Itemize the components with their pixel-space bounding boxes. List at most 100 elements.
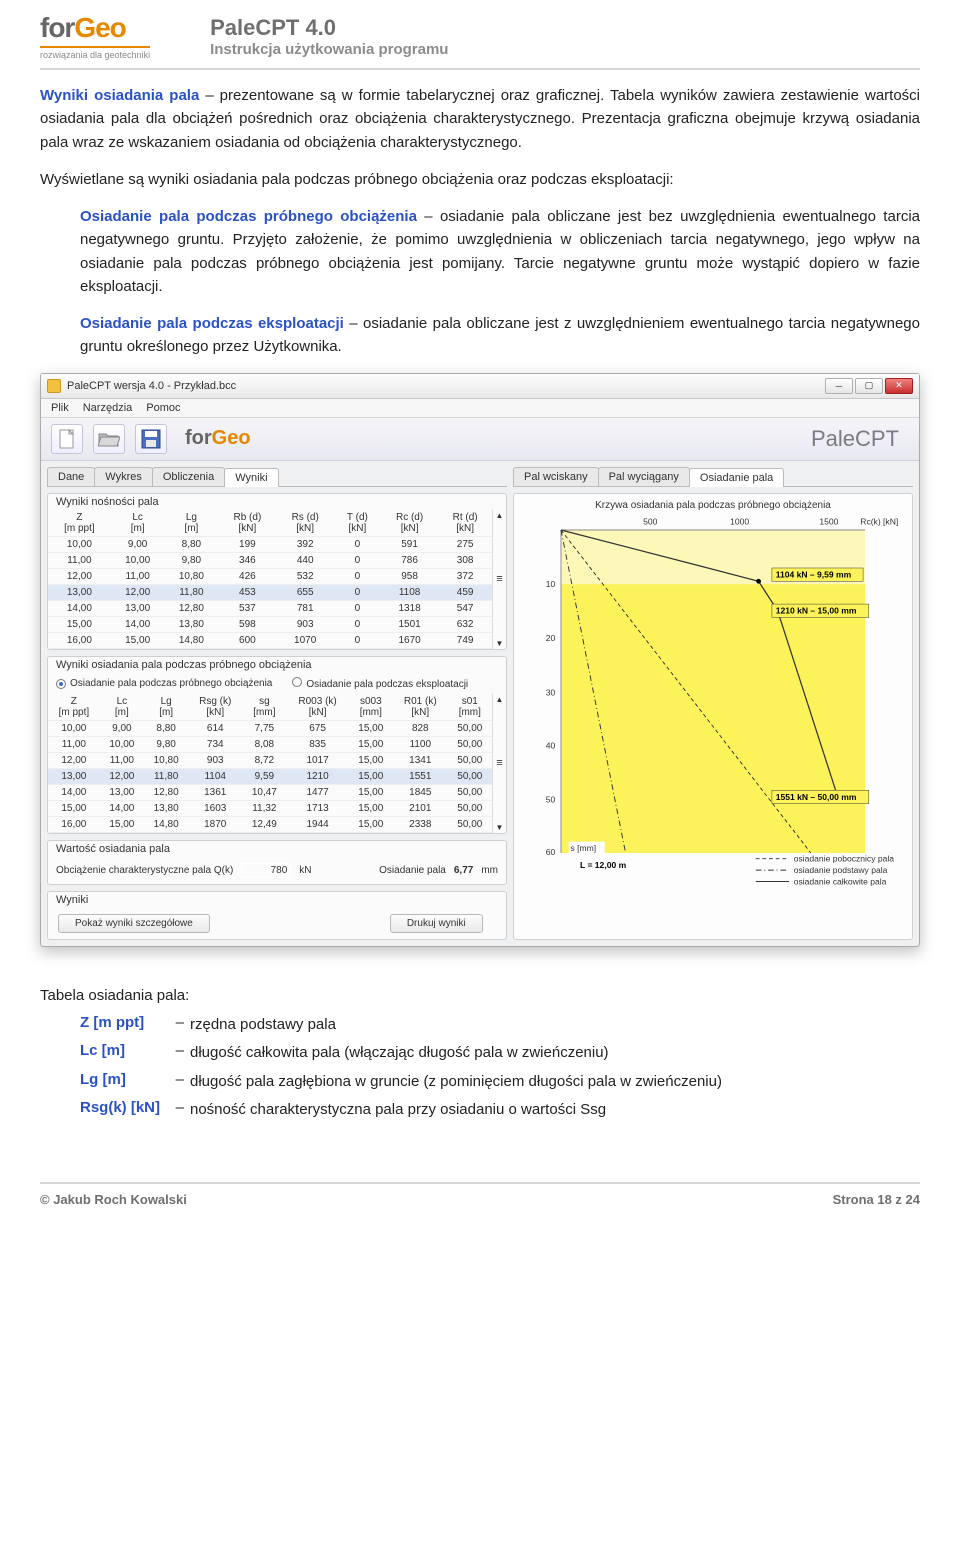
logo-sub: rozwiązania dla geotechniki xyxy=(40,46,150,60)
table-cell: 8,72 xyxy=(242,752,286,768)
col-header: sg[mm] xyxy=(242,694,286,721)
def-dash: – xyxy=(170,1014,190,1031)
minimize-button[interactable]: ─ xyxy=(825,378,853,394)
qk-unit: kN xyxy=(299,865,311,876)
table-cell: 11,80 xyxy=(144,768,188,784)
group-nosnosc: Wyniki nośności pala Z[m ppt]Lc[m]Lg[m]R… xyxy=(47,493,507,650)
table-cell: 9,80 xyxy=(144,736,188,752)
table-cell: 50,00 xyxy=(448,768,492,784)
x-tick-500: 500 xyxy=(643,516,658,526)
table-cell: 1870 xyxy=(188,816,242,832)
table-cell: 532 xyxy=(277,568,334,584)
table-cell: 15,00 xyxy=(349,752,393,768)
table-cell: 537 xyxy=(218,600,276,616)
table-row[interactable]: 15,0014,0013,80160311,32171315,00210150,… xyxy=(48,800,492,816)
table-cell: 15,00 xyxy=(349,768,393,784)
table-cell: 1341 xyxy=(393,752,448,768)
tab-wyniki[interactable]: Wyniki xyxy=(224,468,278,487)
table-row[interactable]: 13,0012,0011,8045365501108459 xyxy=(48,584,492,600)
table-cell: 828 xyxy=(393,720,448,736)
table-row[interactable]: 12,0011,0010,804265320958372 xyxy=(48,568,492,584)
details-button[interactable]: Pokaż wyniki szczegółowe xyxy=(58,914,210,933)
para1-lead: Wyniki osiadania pala xyxy=(40,87,199,104)
table-cell: 2338 xyxy=(393,816,448,832)
def-desc: rzędna podstawy pala xyxy=(190,1014,920,1037)
table-cell: 10,80 xyxy=(144,752,188,768)
tab-wyciagany[interactable]: Pal wyciągany xyxy=(598,467,690,486)
def-dash: – xyxy=(170,1042,190,1059)
table-row[interactable]: 16,0015,0014,80600107001670749 xyxy=(48,632,492,648)
table-cell: 675 xyxy=(287,720,349,736)
table-cell: 13,00 xyxy=(111,600,165,616)
table1-scrollbar[interactable]: ▲≡▼ xyxy=(492,510,506,649)
table-cell: 1017 xyxy=(287,752,349,768)
table-row[interactable]: 14,0013,0012,8053778101318547 xyxy=(48,600,492,616)
footer-left: © Jakub Roch Kowalski xyxy=(40,1192,187,1207)
col-header: Rsg (k)[kN] xyxy=(188,694,242,721)
tab-wykres[interactable]: Wykres xyxy=(94,467,153,486)
table-cell: 749 xyxy=(438,632,492,648)
table-cell: 10,00 xyxy=(48,720,100,736)
table-row[interactable]: 11,0010,009,803464400786308 xyxy=(48,552,492,568)
table-cell: 1318 xyxy=(381,600,438,616)
table-row[interactable]: 15,0014,0013,8059890301501632 xyxy=(48,616,492,632)
floppy-icon xyxy=(141,429,161,449)
table-cell: 11,00 xyxy=(100,752,144,768)
logo-for: for xyxy=(40,12,74,43)
table-row[interactable]: 13,0012,0011,8011049,59121015,00155150,0… xyxy=(48,768,492,784)
group-nosnosc-title: Wyniki nośności pala xyxy=(48,494,506,510)
col-header: Lc[m] xyxy=(100,694,144,721)
tab-wciskany[interactable]: Pal wciskany xyxy=(513,467,599,486)
radio-eksploatacja[interactable]: Osiadanie pala podczas eksploatacji xyxy=(292,677,468,690)
table2-scrollbar[interactable]: ▲≡▼ xyxy=(492,694,506,833)
table-row[interactable]: 16,0015,0014,80187012,49194415,00233850,… xyxy=(48,816,492,832)
table-cell: 14,00 xyxy=(48,600,111,616)
table-cell: 15,00 xyxy=(111,632,165,648)
table-cell: 598 xyxy=(218,616,276,632)
open-button[interactable] xyxy=(93,424,125,454)
y-tick-20: 20 xyxy=(546,633,556,643)
logo-geo: Geo xyxy=(74,12,125,43)
doc-header: forGeo rozwiązania dla geotechniki PaleC… xyxy=(40,0,920,70)
save-button[interactable] xyxy=(135,424,167,454)
table-cell: 1501 xyxy=(381,616,438,632)
table-row[interactable]: 14,0013,0012,80136110,47147715,00184550,… xyxy=(48,784,492,800)
tabs-right: Pal wciskany Pal wyciągany Osiadanie pal… xyxy=(513,467,913,487)
table-cell: 1070 xyxy=(277,632,334,648)
app-icon xyxy=(47,379,61,393)
table-cell: 600 xyxy=(218,632,276,648)
print-button[interactable]: Drukuj wyniki xyxy=(390,914,483,933)
l-label: L = 12,00 m xyxy=(580,860,627,870)
x-tick-1000: 1000 xyxy=(730,516,749,526)
table-cell: 14,80 xyxy=(165,632,219,648)
table-cell: 199 xyxy=(218,536,276,552)
group-wyniki: Wyniki Pokaż wyniki szczegółowe Drukuj w… xyxy=(47,891,507,940)
table-row[interactable]: 10,009,008,806147,7567515,0082850,00 xyxy=(48,720,492,736)
table-row[interactable]: 12,0011,0010,809038,72101715,00134150,00 xyxy=(48,752,492,768)
def-term: Lg [m] xyxy=(40,1071,170,1088)
table-cell: 0 xyxy=(334,584,381,600)
tab-osiadanie[interactable]: Osiadanie pala xyxy=(689,468,784,487)
table-cell: 0 xyxy=(334,536,381,552)
table-cell: 1944 xyxy=(287,816,349,832)
radio-probne[interactable]: Osiadanie pala podczas próbnego obciążen… xyxy=(56,678,272,689)
new-button[interactable] xyxy=(51,424,83,454)
table-row[interactable]: 10,009,008,801993920591275 xyxy=(48,536,492,552)
maximize-button[interactable]: ▢ xyxy=(855,378,883,394)
menu-tools[interactable]: Narzędzia xyxy=(83,402,133,414)
col-header: Z[m ppt] xyxy=(48,694,100,721)
table-row[interactable]: 11,0010,009,807348,0883515,00110050,00 xyxy=(48,736,492,752)
tab-obliczenia[interactable]: Obliczenia xyxy=(152,467,225,486)
table-cell: 0 xyxy=(334,600,381,616)
table-cell: 10,00 xyxy=(48,536,111,552)
table-cell: 11,32 xyxy=(242,800,286,816)
doc-footer: © Jakub Roch Kowalski Strona 18 z 24 xyxy=(40,1182,920,1207)
qk-label: Obciążenie charakterystyczne pala Q(k) xyxy=(56,865,233,876)
table-cell: 8,80 xyxy=(144,720,188,736)
table-cell: 1108 xyxy=(381,584,438,600)
tab-dane[interactable]: Dane xyxy=(47,467,95,486)
table-cell: 1713 xyxy=(287,800,349,816)
close-button[interactable]: ✕ xyxy=(885,378,913,394)
menu-file[interactable]: Plik xyxy=(51,402,69,414)
menu-help[interactable]: Pomoc xyxy=(146,402,180,414)
